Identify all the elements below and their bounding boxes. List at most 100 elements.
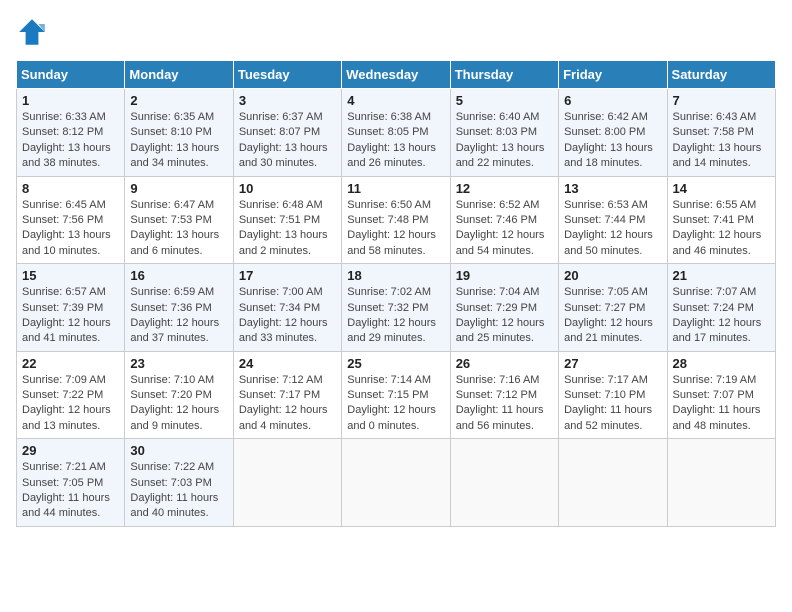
daylight-line1: Daylight: 13 hours (347, 142, 436, 154)
day-info: Sunrise: 6:37 AM Sunset: 8:07 PM Dayligh… (239, 110, 336, 172)
day-number: 1 (22, 93, 119, 108)
calendar-cell: 17 Sunrise: 7:00 AM Sunset: 7:34 PM Dayl… (233, 264, 341, 352)
daylight-line1: Daylight: 12 hours (456, 317, 545, 329)
day-info: Sunrise: 6:50 AM Sunset: 7:48 PM Dayligh… (347, 198, 444, 260)
calendar-week-2: 8 Sunrise: 6:45 AM Sunset: 7:56 PM Dayli… (17, 176, 776, 264)
day-info: Sunrise: 6:47 AM Sunset: 7:53 PM Dayligh… (130, 198, 227, 260)
calendar-cell: 1 Sunrise: 6:33 AM Sunset: 8:12 PM Dayli… (17, 89, 125, 177)
daylight-line1: Daylight: 13 hours (22, 229, 111, 241)
sunrise-line: Sunrise: 6:37 AM (239, 111, 323, 123)
sunrise-line: Sunrise: 6:55 AM (673, 199, 757, 211)
daylight-line2: and 40 minutes. (130, 507, 208, 519)
calendar-cell: 22 Sunrise: 7:09 AM Sunset: 7:22 PM Dayl… (17, 351, 125, 439)
day-number: 28 (673, 356, 770, 371)
day-number: 24 (239, 356, 336, 371)
calendar-cell: 8 Sunrise: 6:45 AM Sunset: 7:56 PM Dayli… (17, 176, 125, 264)
day-number: 13 (564, 181, 661, 196)
daylight-line1: Daylight: 12 hours (130, 404, 219, 416)
daylight-line2: and 58 minutes. (347, 245, 425, 257)
day-info: Sunrise: 7:14 AM Sunset: 7:15 PM Dayligh… (347, 373, 444, 435)
day-info: Sunrise: 6:33 AM Sunset: 8:12 PM Dayligh… (22, 110, 119, 172)
calendar-cell: 5 Sunrise: 6:40 AM Sunset: 8:03 PM Dayli… (450, 89, 558, 177)
day-number: 25 (347, 356, 444, 371)
day-info: Sunrise: 7:22 AM Sunset: 7:03 PM Dayligh… (130, 460, 227, 522)
sunrise-line: Sunrise: 6:52 AM (456, 199, 540, 211)
calendar-cell: 14 Sunrise: 6:55 AM Sunset: 7:41 PM Dayl… (667, 176, 775, 264)
sunset-line: Sunset: 8:05 PM (347, 126, 428, 138)
day-number: 7 (673, 93, 770, 108)
calendar-table: SundayMondayTuesdayWednesdayThursdayFrid… (16, 60, 776, 527)
day-number: 6 (564, 93, 661, 108)
calendar-week-3: 15 Sunrise: 6:57 AM Sunset: 7:39 PM Dayl… (17, 264, 776, 352)
sunrise-line: Sunrise: 6:48 AM (239, 199, 323, 211)
sunset-line: Sunset: 7:10 PM (564, 389, 645, 401)
sunset-line: Sunset: 7:58 PM (673, 126, 754, 138)
daylight-line1: Daylight: 13 hours (673, 142, 762, 154)
day-info: Sunrise: 7:02 AM Sunset: 7:32 PM Dayligh… (347, 285, 444, 347)
calendar-cell: 15 Sunrise: 6:57 AM Sunset: 7:39 PM Dayl… (17, 264, 125, 352)
day-number: 17 (239, 268, 336, 283)
daylight-line2: and 21 minutes. (564, 332, 642, 344)
daylight-line2: and 17 minutes. (673, 332, 751, 344)
daylight-line2: and 48 minutes. (673, 420, 751, 432)
daylight-line1: Daylight: 13 hours (564, 142, 653, 154)
day-number: 26 (456, 356, 553, 371)
sunset-line: Sunset: 7:53 PM (130, 214, 211, 226)
sunrise-line: Sunrise: 7:12 AM (239, 374, 323, 386)
day-info: Sunrise: 6:35 AM Sunset: 8:10 PM Dayligh… (130, 110, 227, 172)
day-info: Sunrise: 6:40 AM Sunset: 8:03 PM Dayligh… (456, 110, 553, 172)
daylight-line2: and 46 minutes. (673, 245, 751, 257)
calendar-cell (233, 439, 341, 527)
calendar-cell: 16 Sunrise: 6:59 AM Sunset: 7:36 PM Dayl… (125, 264, 233, 352)
sunrise-line: Sunrise: 7:02 AM (347, 286, 431, 298)
calendar-cell: 7 Sunrise: 6:43 AM Sunset: 7:58 PM Dayli… (667, 89, 775, 177)
sunset-line: Sunset: 7:29 PM (456, 302, 537, 314)
daylight-line2: and 26 minutes. (347, 157, 425, 169)
daylight-line2: and 22 minutes. (456, 157, 534, 169)
calendar-cell: 25 Sunrise: 7:14 AM Sunset: 7:15 PM Dayl… (342, 351, 450, 439)
calendar-cell: 24 Sunrise: 7:12 AM Sunset: 7:17 PM Dayl… (233, 351, 341, 439)
day-number: 2 (130, 93, 227, 108)
day-number: 12 (456, 181, 553, 196)
daylight-line1: Daylight: 12 hours (347, 229, 436, 241)
sunset-line: Sunset: 7:20 PM (130, 389, 211, 401)
calendar-cell: 10 Sunrise: 6:48 AM Sunset: 7:51 PM Dayl… (233, 176, 341, 264)
day-number: 21 (673, 268, 770, 283)
sunrise-line: Sunrise: 7:14 AM (347, 374, 431, 386)
sunset-line: Sunset: 7:34 PM (239, 302, 320, 314)
sunrise-line: Sunrise: 6:43 AM (673, 111, 757, 123)
daylight-line2: and 18 minutes. (564, 157, 642, 169)
calendar-cell (667, 439, 775, 527)
sunset-line: Sunset: 7:24 PM (673, 302, 754, 314)
sunset-line: Sunset: 7:32 PM (347, 302, 428, 314)
sunset-line: Sunset: 8:10 PM (130, 126, 211, 138)
sunrise-line: Sunrise: 7:17 AM (564, 374, 648, 386)
daylight-line2: and 52 minutes. (564, 420, 642, 432)
sunrise-line: Sunrise: 7:05 AM (564, 286, 648, 298)
calendar-week-1: 1 Sunrise: 6:33 AM Sunset: 8:12 PM Dayli… (17, 89, 776, 177)
sunset-line: Sunset: 8:03 PM (456, 126, 537, 138)
daylight-line1: Daylight: 11 hours (22, 492, 110, 504)
daylight-line2: and 50 minutes. (564, 245, 642, 257)
day-info: Sunrise: 6:45 AM Sunset: 7:56 PM Dayligh… (22, 198, 119, 260)
day-number: 3 (239, 93, 336, 108)
sunrise-line: Sunrise: 6:38 AM (347, 111, 431, 123)
day-info: Sunrise: 6:43 AM Sunset: 7:58 PM Dayligh… (673, 110, 770, 172)
sunset-line: Sunset: 7:07 PM (673, 389, 754, 401)
sunrise-line: Sunrise: 6:35 AM (130, 111, 214, 123)
calendar-cell: 11 Sunrise: 6:50 AM Sunset: 7:48 PM Dayl… (342, 176, 450, 264)
day-number: 16 (130, 268, 227, 283)
sunset-line: Sunset: 7:17 PM (239, 389, 320, 401)
sunrise-line: Sunrise: 6:50 AM (347, 199, 431, 211)
daylight-line1: Daylight: 11 hours (130, 492, 218, 504)
daylight-line2: and 13 minutes. (22, 420, 100, 432)
daylight-line2: and 0 minutes. (347, 420, 419, 432)
calendar-header-row: SundayMondayTuesdayWednesdayThursdayFrid… (17, 61, 776, 89)
sunrise-line: Sunrise: 6:33 AM (22, 111, 106, 123)
daylight-line1: Daylight: 13 hours (456, 142, 545, 154)
header-sunday: Sunday (17, 61, 125, 89)
calendar-cell: 12 Sunrise: 6:52 AM Sunset: 7:46 PM Dayl… (450, 176, 558, 264)
sunrise-line: Sunrise: 6:53 AM (564, 199, 648, 211)
daylight-line1: Daylight: 13 hours (130, 142, 219, 154)
day-number: 18 (347, 268, 444, 283)
